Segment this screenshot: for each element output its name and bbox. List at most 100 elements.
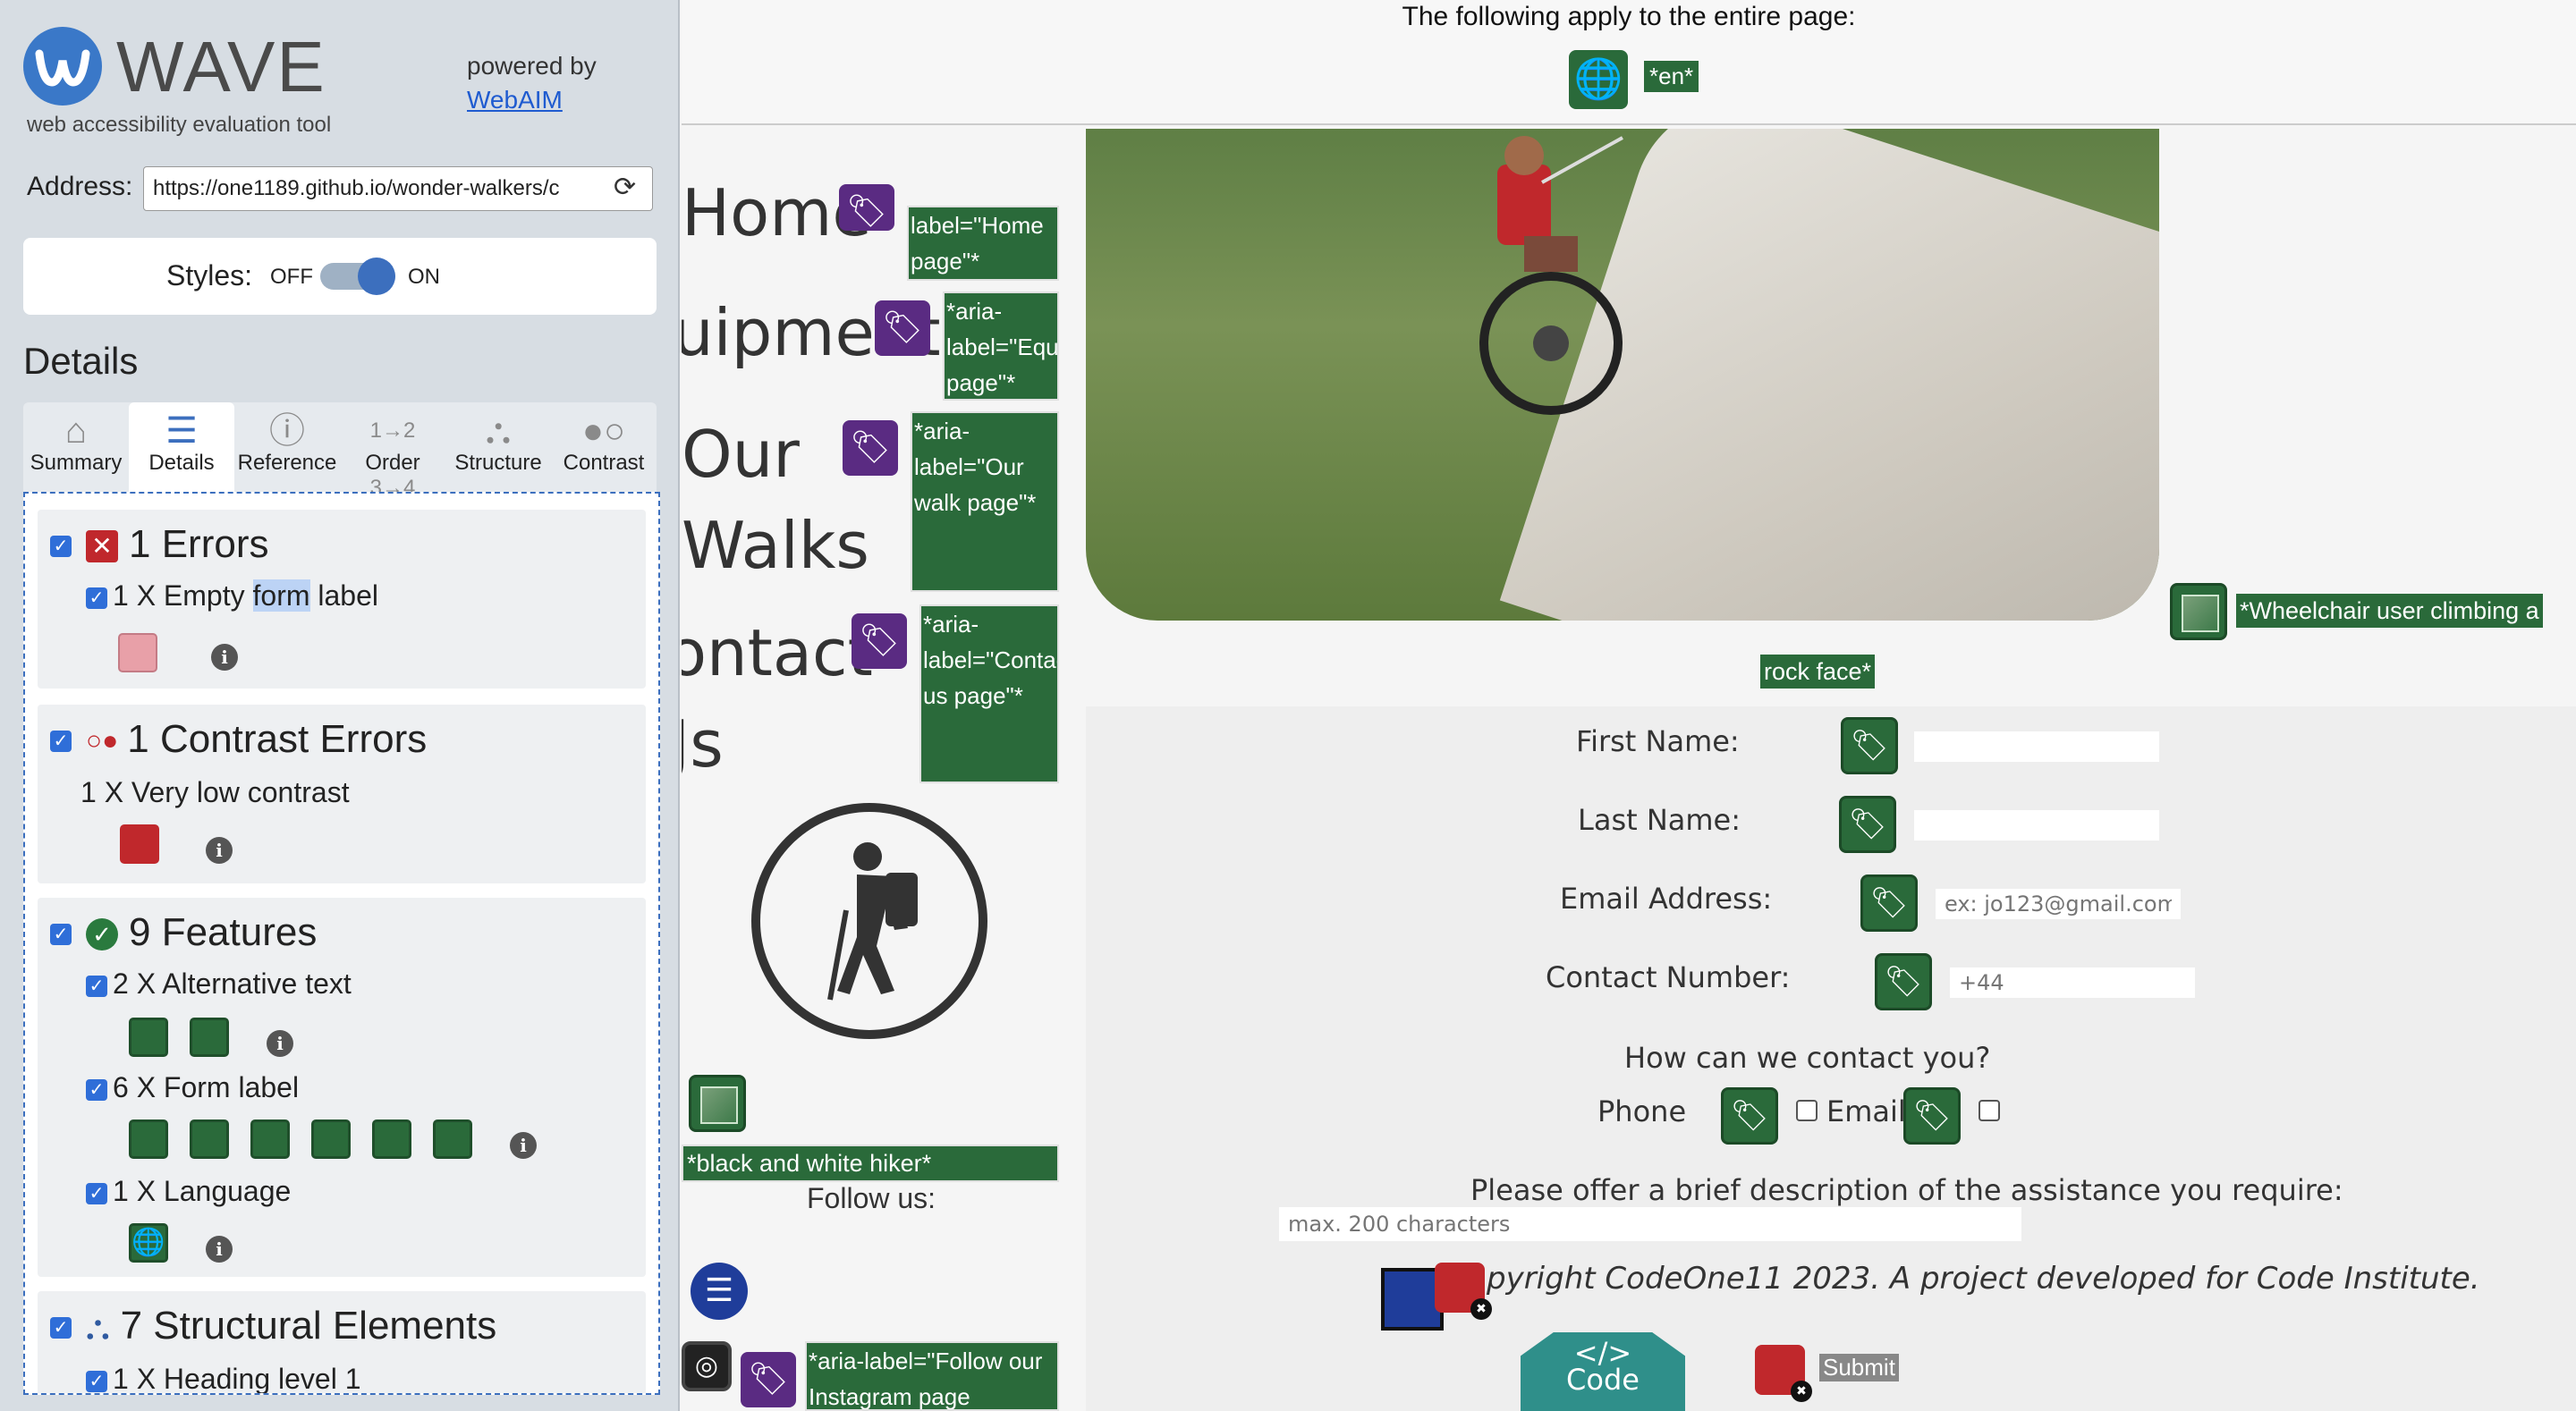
alt-text-icon[interactable]: [190, 1018, 229, 1057]
list-icon: ☰: [165, 411, 198, 451]
nav-our[interactable]: Our: [682, 417, 800, 492]
contrast-checkbox[interactable]: ✓: [50, 731, 72, 753]
form-label-icon[interactable]: 🏷: [1721, 1087, 1778, 1145]
aria-label-icon[interactable]: 🏷: [839, 184, 894, 231]
tab-summary[interactable]: ⌂ Summary: [23, 402, 129, 492]
tab-contrast[interactable]: ●○ Contrast: [551, 402, 657, 492]
structure-checkbox[interactable]: ✓: [50, 1317, 72, 1339]
last-name-input[interactable]: [1914, 810, 2159, 841]
alt-text-icon[interactable]: [129, 1018, 168, 1057]
info-icon[interactable]: i: [211, 644, 238, 671]
contact-number-input[interactable]: [1950, 967, 2195, 998]
features-title: ✓ ✓ 9 Features: [50, 910, 317, 955]
form-label-icon[interactable]: [129, 1120, 168, 1159]
contrast-error-icon[interactable]: [1435, 1263, 1492, 1320]
error-item-highlight: form: [252, 579, 310, 612]
aria-label-icon[interactable]: 🏷: [852, 613, 907, 669]
alt-checkbox[interactable]: ✓: [86, 975, 107, 997]
contrast-error-icon[interactable]: [120, 824, 159, 864]
info-icon[interactable]: i: [267, 1030, 293, 1057]
email-option-label: Email: [1826, 1094, 1906, 1128]
contrast-title-text: 1 Contrast Errors: [127, 717, 428, 761]
form-label-icon[interactable]: 🏷: [1875, 953, 1932, 1010]
tab-reference[interactable]: ⓘ Reference: [234, 402, 340, 492]
first-name-input[interactable]: [1914, 731, 2159, 762]
form-label-icon[interactable]: [311, 1120, 351, 1159]
form-label-icon[interactable]: 🏷: [1903, 1087, 1961, 1145]
list-aria-icon[interactable]: ☰: [691, 1263, 748, 1320]
alt-text-icon[interactable]: [689, 1075, 746, 1132]
wave-sidebar: WAVE web accessibility evaluation tool p…: [0, 0, 680, 1411]
tab-label: Order: [365, 451, 420, 475]
form-label-icon[interactable]: [372, 1120, 411, 1159]
wave-logo-icon: [23, 27, 102, 106]
contrast-error-icon[interactable]: [1755, 1345, 1812, 1402]
empty-form-label-icon[interactable]: [118, 633, 157, 672]
structure-item-text: 1 X Heading level 1: [113, 1363, 361, 1395]
hero-alt-text: *Wheelchair user climbing a: [2236, 594, 2543, 628]
follow-us-text: Follow us:: [807, 1182, 936, 1214]
form-label-icon[interactable]: [190, 1120, 229, 1159]
phone-checkbox[interactable]: [1796, 1100, 1818, 1121]
wave-logo-text: WAVE: [116, 27, 326, 106]
instagram-icon[interactable]: ◎: [682, 1341, 732, 1391]
tab-details[interactable]: ☰ Details: [129, 402, 234, 492]
email-input[interactable]: [1936, 889, 2181, 919]
check-circle-icon: ✓: [86, 918, 118, 951]
form-label-icon[interactable]: 🏷: [1839, 796, 1896, 853]
form-label-icon[interactable]: 🏷: [1860, 874, 1918, 932]
structure-item: ✓ 1 X Heading level 1: [86, 1363, 361, 1395]
feature-alt-text: 2 X Alternative text: [113, 967, 352, 1000]
error-icon: ✕: [86, 530, 118, 563]
language-globe-icon[interactable]: 🌐: [1569, 50, 1628, 109]
aria-label-instagram: *aria-label="Follow our Instagram page: [805, 1341, 1059, 1411]
aria-label-icon[interactable]: 🏷: [875, 300, 930, 356]
description-input[interactable]: [1279, 1207, 2021, 1241]
alt-text-icon[interactable]: [2170, 583, 2227, 640]
form-label-icon[interactable]: [250, 1120, 290, 1159]
error-item-checkbox[interactable]: ✓: [86, 587, 107, 609]
styles-toggle-box: Styles: OFF ON: [23, 238, 657, 315]
info-icon[interactable]: i: [206, 837, 233, 864]
form-label-icon[interactable]: [433, 1120, 472, 1159]
submit-button[interactable]: Submit: [1819, 1354, 1899, 1381]
contrast-title: ✓ ○● 1 Contrast Errors: [50, 717, 427, 762]
styles-off-label: OFF: [270, 265, 313, 289]
nav-contact[interactable]: ontact: [682, 615, 873, 690]
language-icon[interactable]: 🌐: [129, 1223, 168, 1263]
features-title-text: 9 Features: [129, 910, 318, 954]
address-input[interactable]: [143, 166, 653, 211]
aria-label-icon[interactable]: 🏷: [741, 1352, 796, 1407]
aria-label-equipment: *aria-label="Equ page"*: [943, 291, 1059, 401]
first-name-label: First Name:: [1576, 724, 1740, 758]
errors-checkbox[interactable]: ✓: [50, 536, 72, 558]
last-name-label: Last Name:: [1578, 803, 1741, 837]
styles-toggle-switch[interactable]: [320, 258, 395, 295]
info-icon[interactable]: i: [206, 1236, 233, 1263]
wheelchair-climber-illustration: [1479, 136, 1623, 415]
structure-icon: ⛬: [486, 411, 511, 451]
nav-us[interactable]: Js: [682, 706, 724, 782]
toggle-knob[interactable]: [358, 258, 395, 295]
tab-order[interactable]: 1→2 3→4 Order: [340, 402, 445, 500]
aria-label-icon[interactable]: 🏷: [843, 420, 898, 476]
language-checkbox[interactable]: ✓: [86, 1182, 107, 1204]
form-label-icon[interactable]: 🏷: [1841, 717, 1898, 774]
form-label-checkbox[interactable]: ✓: [86, 1078, 107, 1101]
tab-structure[interactable]: ⛬ Structure: [445, 402, 551, 492]
heading-checkbox[interactable]: ✓: [86, 1370, 107, 1392]
tab-label: Summary: [30, 451, 123, 475]
language-badge: *en*: [1644, 61, 1699, 92]
wave-tabs: ⌂ Summary ☰ Details ⓘ Reference 1→2 3→4 O…: [23, 402, 657, 500]
webaim-link[interactable]: WebAIM: [467, 86, 563, 114]
code-badge[interactable]: </> Code: [1521, 1332, 1685, 1411]
home-icon: ⌂: [64, 411, 88, 451]
styles-on-label: ON: [408, 265, 440, 289]
features-checkbox[interactable]: ✓: [50, 924, 72, 946]
nav-walks[interactable]: Walks: [682, 508, 869, 583]
email-checkbox[interactable]: [1979, 1100, 2000, 1121]
info-icon[interactable]: i: [510, 1132, 537, 1159]
refresh-icon[interactable]: ⟳: [614, 172, 636, 203]
aria-label-walks: *aria-label="Our walk page"*: [911, 411, 1059, 592]
aria-label-home: label="Home page"*: [907, 206, 1059, 281]
